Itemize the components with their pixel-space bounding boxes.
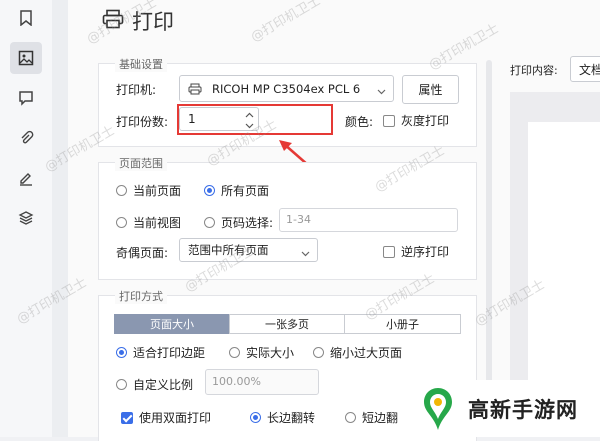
odd-even-value: 范围中所有页面 [188,243,269,257]
dialog-title-text: 打印 [132,10,174,34]
basic-settings-title: 基础设置 [115,56,167,72]
dialog-title: 打印 [102,6,174,36]
custom-scale-label: 自定义比例 [133,378,194,392]
print-preview [510,92,600,392]
printer-select[interactable]: RICOH MP C3504ex PCL 6 [179,75,394,102]
signature-icon[interactable] [16,168,36,188]
dialog-scrollbar[interactable] [486,60,492,430]
page-select-placeholder: 1-34 [286,213,311,226]
current-view-radio[interactable] [116,217,127,228]
tab-page-size[interactable]: 页面大小 [114,314,230,334]
actual-size-option[interactable]: 实际大小 [229,344,294,361]
reverse-print-checkbox[interactable] [383,245,395,258]
all-pages-radio[interactable] [204,185,215,196]
bookmark-icon[interactable] [16,8,36,28]
page-select-option[interactable]: 页码选择: [204,214,273,231]
page-select-input[interactable]: 1-34 [279,208,458,232]
brand-logo: 高新手游网 [408,380,600,437]
left-toolbar [0,0,53,437]
odd-even-select[interactable]: 范围中所有页面 [179,238,318,262]
page-select-label: 页码选择: [221,216,274,230]
printer-label: 打印机: [116,83,157,97]
short-edge-radio[interactable] [345,412,356,423]
short-edge-label: 短边翻 [362,411,399,425]
print-mode-title: 打印方式 [115,288,167,304]
grayscale-checkbox[interactable] [383,114,395,127]
long-edge-radio[interactable] [250,412,261,423]
print-mode-tabs: 页面大小 一张多页 小册子 [114,314,461,334]
fit-margins-radio[interactable] [116,347,127,358]
reverse-print-option[interactable]: 逆序打印 [383,243,449,260]
brand-name: 高新手游网 [468,397,578,422]
long-edge-option[interactable]: 长边翻转 [250,409,315,426]
custom-scale-option[interactable]: 自定义比例 [116,376,193,393]
copies-highlight-box [177,104,333,135]
print-content-value: 文档 [579,62,600,77]
grayscale-label: 灰度打印 [401,114,450,128]
tab-booklet[interactable]: 小册子 [344,314,461,334]
custom-scale-radio[interactable] [116,379,127,390]
duplex-option[interactable]: 使用双面打印 [121,409,211,426]
panel-separator [52,0,68,437]
short-edge-option[interactable]: 短边翻 [345,409,398,426]
all-pages-label: 所有页面 [221,184,270,198]
printer-small-icon [188,83,202,95]
chevron-down-icon [301,246,310,260]
current-page-radio[interactable] [116,185,127,196]
color-label: 颜色: [345,115,374,129]
shrink-large-radio[interactable] [313,347,324,358]
fit-margins-option[interactable]: 适合打印边距 [116,344,205,361]
printer-select-value: RICOH MP C3504ex PCL 6 [212,81,361,96]
custom-scale-input[interactable]: 100.00% [205,369,319,395]
current-page-option[interactable]: 当前页面 [116,182,181,199]
image-icon[interactable] [10,42,42,74]
chevron-down-icon [377,84,386,98]
copies-label: 打印份数: [116,115,169,129]
long-edge-label: 长边翻转 [267,411,316,425]
grayscale-option[interactable]: 灰度打印 [383,112,449,129]
layers-icon[interactable] [16,208,36,228]
duplex-checkbox[interactable] [121,411,133,424]
odd-even-label: 奇偶页面: [116,246,169,260]
fit-margins-label: 适合打印边距 [133,346,206,360]
shrink-large-option[interactable]: 缩小过大页面 [313,344,402,361]
page-range-panel: 页面范围 当前页面 所有页面 当前视图 页码选择: 1-34 奇偶页面: 范围中… [98,155,477,280]
print-content-label: 打印内容: [510,64,558,77]
page-select-radio[interactable] [204,217,215,228]
shrink-large-label: 缩小过大页面 [330,346,403,360]
custom-scale-value: 100.00% [212,375,261,388]
reverse-print-label: 逆序打印 [401,245,450,259]
current-view-option[interactable]: 当前视图 [116,214,181,231]
brand-logo-icon [424,387,452,430]
attachment-icon[interactable] [16,128,36,148]
comment-icon[interactable] [16,88,36,108]
current-page-label: 当前页面 [133,184,182,198]
duplex-label: 使用双面打印 [139,411,212,425]
current-view-label: 当前视图 [133,216,182,230]
page-range-title: 页面范围 [115,155,167,171]
actual-size-label: 实际大小 [246,346,295,360]
print-dialog: 打印 基础设置 打印机: RICOH MP C3504ex PCL 6 属性 打… [68,0,600,441]
all-pages-option[interactable]: 所有页面 [204,182,269,199]
print-content-select[interactable]: 文档 [570,56,600,82]
printer-icon [102,9,124,34]
actual-size-radio[interactable] [229,347,240,358]
preview-page [528,122,600,382]
properties-button[interactable]: 属性 [402,75,459,104]
tab-multiple-pages[interactable]: 一张多页 [229,314,345,334]
